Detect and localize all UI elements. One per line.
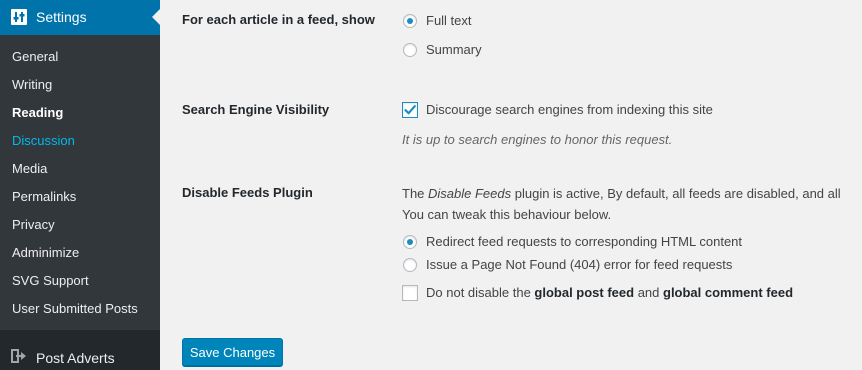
admin-sidebar: Settings General Writing Reading Discuss… (0, 0, 160, 370)
disable-feeds-description-line2: You can tweak this behaviour below. (402, 207, 612, 222)
search-visibility-description: It is up to search engines to honor this… (402, 132, 673, 147)
radio-summary[interactable] (403, 43, 417, 57)
menu-post-adverts[interactable]: Post Adverts (0, 343, 160, 370)
sidebar-item-user-submitted-posts[interactable]: User Submitted Posts (12, 300, 138, 318)
settings-sliders-icon (11, 9, 27, 25)
menu-post-adverts-label: Post Adverts (36, 350, 115, 366)
menu-settings[interactable]: Settings (0, 0, 160, 35)
global-feed-checkbox[interactable] (402, 285, 418, 301)
global-comment-feed-text: global comment feed (663, 285, 794, 300)
global-feed-checkbox-label[interactable]: Do not disable the global post feed and … (426, 284, 793, 302)
desc-prefix: The (402, 186, 429, 201)
sign-in-arrow-icon (11, 349, 26, 363)
sidebar-item-discussion[interactable]: Discussion (12, 132, 75, 150)
sidebar-item-general[interactable]: General (12, 48, 58, 66)
discourage-search-label[interactable]: Discourage search engines from indexing … (426, 101, 713, 119)
sidebar-item-adminimize[interactable]: Adminimize (12, 244, 79, 262)
checkmark-icon (404, 105, 416, 115)
sidebar-item-privacy[interactable]: Privacy (12, 216, 55, 234)
feed-article-label: For each article in a feed, show (182, 12, 375, 27)
disable-feeds-description-line1: The Disable Feeds plugin is active, By d… (402, 185, 862, 203)
radio-summary-label[interactable]: Summary (426, 41, 482, 59)
save-changes-button[interactable]: Save Changes (182, 338, 283, 366)
sidebar-item-media[interactable]: Media (12, 160, 47, 178)
discourage-search-checkbox[interactable] (402, 102, 418, 118)
settings-submenu: General Writing Reading Discussion Media… (0, 35, 160, 330)
global-post-feed-text: global post feed (534, 285, 635, 300)
radio-full-text-label[interactable]: Full text (426, 12, 472, 30)
radio-redirect-feeds[interactable] (403, 235, 417, 249)
radio-404-feeds-label[interactable]: Issue a Page Not Found (404) error for f… (426, 256, 732, 274)
global-feed-prefix: Do not disable the (426, 285, 535, 300)
desc-plugin-name: Disable Feeds (428, 186, 512, 201)
sidebar-item-writing[interactable]: Writing (12, 76, 52, 94)
disable-feeds-label: Disable Feeds Plugin (182, 185, 313, 200)
radio-redirect-feeds-label[interactable]: Redirect feed requests to corresponding … (426, 233, 742, 251)
search-visibility-label: Search Engine Visibility (182, 102, 330, 117)
menu-settings-label: Settings (36, 9, 87, 25)
desc-suffix: plugin is active, By default, all feeds … (511, 186, 841, 201)
current-menu-pointer (152, 9, 160, 25)
sidebar-item-permalinks[interactable]: Permalinks (12, 188, 76, 206)
global-feed-mid: and (634, 285, 663, 300)
sidebar-item-svg-support[interactable]: SVG Support (12, 272, 89, 290)
radio-404-feeds[interactable] (403, 258, 417, 272)
radio-full-text[interactable] (403, 14, 417, 28)
sidebar-item-reading[interactable]: Reading (12, 104, 63, 122)
